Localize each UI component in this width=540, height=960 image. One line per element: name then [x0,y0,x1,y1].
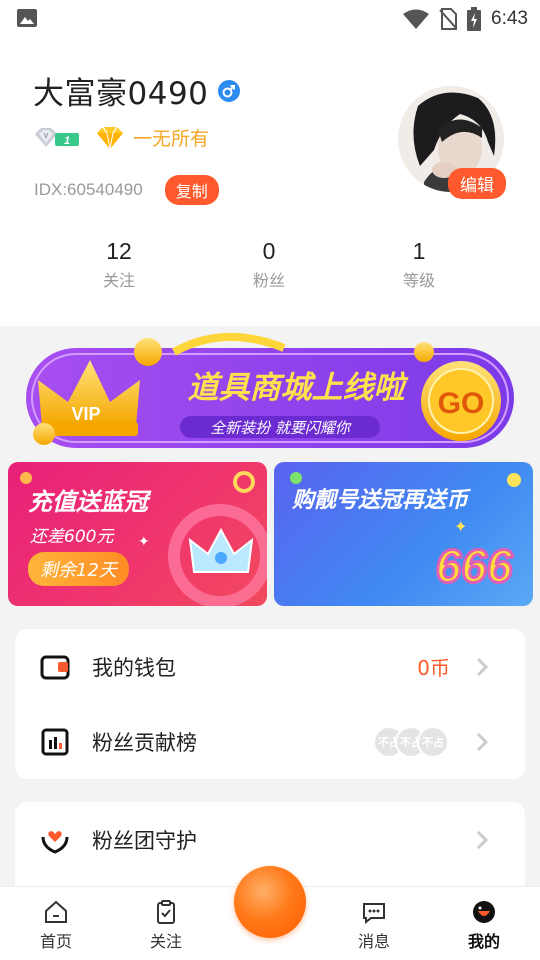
male-icon [218,79,241,102]
username: 大富豪0490 [33,76,209,112]
fan-avatars: 不占 不占 不占 [373,725,449,758]
gallery-icon [17,9,37,27]
status-bar: 6:43 [0,0,540,38]
menu-fans-rank[interactable]: 粉丝贡献榜 不占 不占 不占 [15,704,525,779]
promo-recharge-card[interactable]: ✦ 充值送蓝冠 还差600元 剩余12天 [8,462,267,606]
stat-fans[interactable]: 0 粉丝 [194,238,344,291]
stat-level[interactable]: 1 等级 [344,238,494,291]
menu-card: 我的钱包 0币 粉丝贡献榜 不占 不占 不占 [15,629,525,779]
chart-icon [41,728,69,755]
blue-crown-icon [188,527,254,573]
stat-label: 关注 [102,271,135,290]
copy-idx-button[interactable]: 复制 [164,175,219,205]
promo-recharge-subtitle: 还差600元 [30,527,114,547]
center-live-button[interactable] [234,866,306,938]
nav-home-label: 首页 [39,932,72,951]
svg-text:V: V [44,133,49,140]
vip-level-badge: V 1 [35,127,79,147]
badges-row: V 1 一无所有 [33,124,209,151]
svg-text:✦: ✦ [454,517,467,536]
heart-hands-icon [41,830,69,854]
stats-row: 12 关注 0 粉丝 1 等级 [44,238,494,291]
menu-wallet-label: 我的钱包 [92,655,176,680]
shop-banner[interactable]: VIP 道具商城上线啦 全新装扮 就要闪耀你 GO [24,330,516,450]
wallet-icon [40,655,70,679]
nav-home[interactable]: 首页 [16,899,96,952]
clipboard-check-icon [157,900,175,924]
coin-icon [414,342,434,362]
coin-icon [134,338,162,366]
chat-bubble-icon [363,903,385,925]
profile-face-icon [473,901,495,923]
nav-following[interactable]: 关注 [126,899,206,952]
promo-recharge-days-left: 剩余12天 [28,552,129,586]
diamond-icon [97,126,123,149]
nav-mine[interactable]: 我的 [444,899,524,952]
no-sim-icon [439,8,458,30]
promo-pretty-number-card[interactable]: ✦ 666 购靓号送冠再送币 [274,462,533,606]
stat-label: 粉丝 [252,271,285,290]
nav-following-label: 关注 [149,932,182,951]
empty-avatar: 不占 [417,725,449,758]
nav-messages-label: 消息 [357,932,390,951]
edit-profile-button[interactable]: 编辑 [448,168,506,199]
chevron-right-icon [476,657,489,676]
user-idx: IDX:60540490 [34,180,143,199]
nav-mine-label: 我的 [467,932,500,951]
wallet-balance: 0币 [417,656,450,680]
svg-text:666: 666 [436,540,513,592]
wealth-level-label: 一无所有 [133,128,210,150]
stat-following[interactable]: 12 关注 [44,238,194,291]
home-icon [45,900,67,923]
wifi-icon [403,9,430,29]
stat-value: 12 [106,238,132,264]
menu-wallet[interactable]: 我的钱包 0币 [15,629,525,704]
666-badge-icon: 666 [434,539,514,594]
chevron-right-icon [476,830,489,849]
stat-label: 等级 [402,271,435,290]
battery-icon [467,7,482,31]
svg-text:1: 1 [64,135,70,147]
idx-row: IDX:60540490 复制 [34,175,219,205]
banner-title: 道具商城上线啦 [188,370,410,406]
promo-pretty-number-title: 购靓号送冠再送币 [292,488,469,513]
status-time: 6:43 [491,8,528,29]
menu-fan-guard-label: 粉丝团守护 [92,828,197,853]
coin-icon [33,423,55,445]
banner-subtitle: 全新装扮 就要闪耀你 [210,419,352,437]
profile-section: 大富豪0490 V 1 一无所有 IDX:60540490 复制 编辑 12 关… [0,38,540,326]
nav-messages[interactable]: 消息 [334,899,414,952]
svg-text:GO: GO [438,387,485,420]
promo-recharge-title: 充值送蓝冠 [28,488,148,516]
stat-value: 0 [262,238,276,264]
svg-text:✦: ✦ [138,534,150,550]
chevron-right-icon [476,732,489,751]
stat-value: 1 [412,238,426,264]
username-row: 大富豪0490 [33,68,241,113]
menu-fans-rank-label: 粉丝贡献榜 [92,730,197,755]
go-button-icon: GO [421,361,501,441]
svg-text:VIP: VIP [71,404,100,424]
